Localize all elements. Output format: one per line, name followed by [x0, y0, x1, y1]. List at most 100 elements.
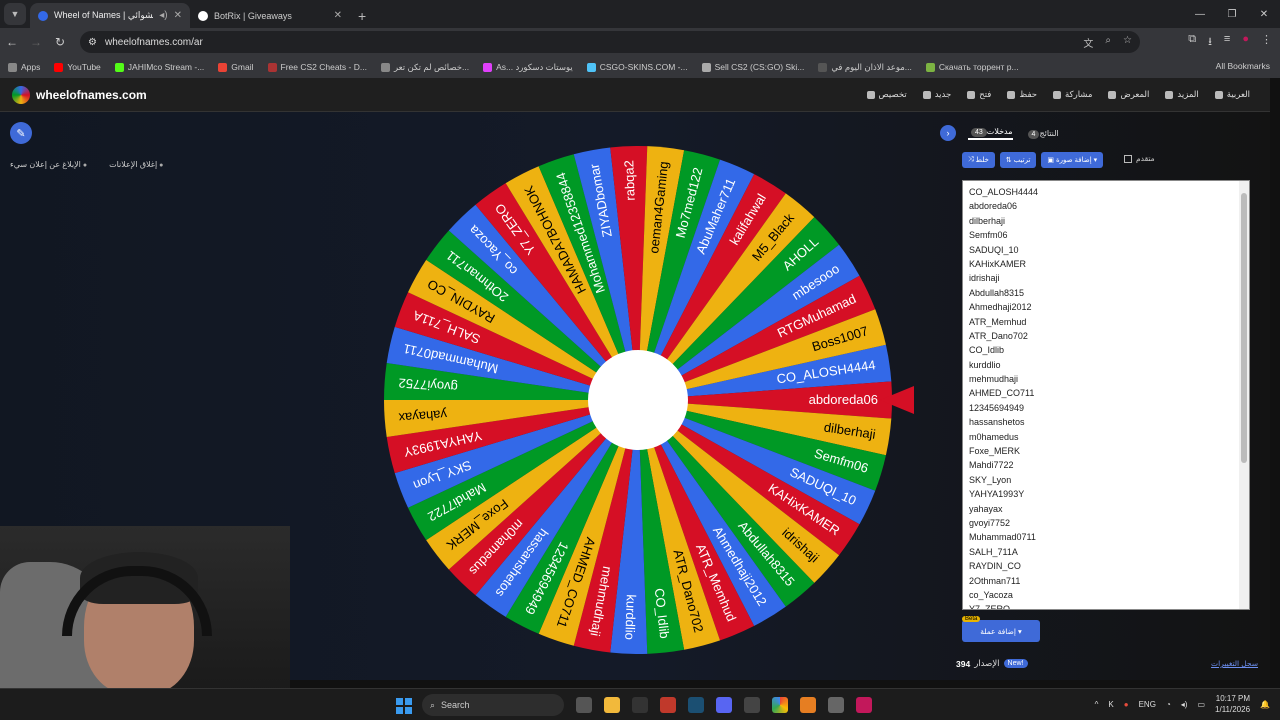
wheel-center[interactable]	[588, 350, 688, 450]
entry-item[interactable]: gvoyi7752	[969, 516, 1249, 530]
close-tab-icon[interactable]: ✕	[174, 10, 182, 21]
collapse-panel-icon[interactable]: ›	[940, 125, 956, 141]
language-indicator[interactable]: ENG	[1139, 700, 1156, 709]
minimize-icon[interactable]: —	[1184, 0, 1216, 28]
clock[interactable]: 10:17 PM 1/11/2026	[1215, 693, 1250, 715]
mic-icon[interactable]: ●	[1124, 700, 1129, 709]
entry-item[interactable]: co_Yacoza	[969, 588, 1249, 602]
discord-icon[interactable]	[716, 697, 732, 713]
bookmark-item[interactable]: Apps	[8, 62, 40, 72]
notifications-icon[interactable]: 🔔	[1260, 700, 1270, 709]
valorant-icon[interactable]	[660, 697, 676, 713]
bookmark-item[interactable]: As... يوستات دسكورد	[483, 62, 573, 73]
app-icon[interactable]	[800, 697, 816, 713]
add-image-button[interactable]: ▣ إضافة صورة ▾	[1041, 152, 1104, 168]
entry-item[interactable]: Mahdi7722	[969, 458, 1249, 472]
wheel[interactable]: CO_ALOSH4444abdoreda06dilberhajiSemfm06S…	[382, 144, 894, 656]
add-coin-button[interactable]: إضافة عملة ▾	[962, 620, 1040, 642]
media-icon[interactable]: ≡	[1224, 33, 1230, 52]
site-menu-item[interactable]: مشاركة	[1053, 89, 1092, 100]
bookmark-item[interactable]: Скачать торрент р...	[925, 62, 1019, 72]
site-menu-item[interactable]: حفظ	[1007, 89, 1037, 100]
entry-item[interactable]: Ahmedhaji2012	[969, 300, 1249, 314]
site-menu-item[interactable]: تخصيص	[867, 89, 907, 100]
entry-item[interactable]: SALH_711A	[969, 545, 1249, 559]
bookmark-item[interactable]: Sell CS2 (CS:GO) Ski...	[701, 62, 804, 72]
entry-item[interactable]: Y7_ZERO	[969, 602, 1249, 609]
bookmark-item[interactable]: Gmail	[218, 62, 254, 72]
bookmark-item[interactable]: JAHIMco Stream -...	[114, 62, 204, 72]
profile-avatar[interactable]: ●	[1242, 33, 1249, 52]
network-icon[interactable]: ◔	[1166, 700, 1171, 709]
bookmark-star-icon[interactable]: ☆	[1123, 35, 1132, 50]
all-bookmarks[interactable]: All Bookmarks	[1216, 61, 1270, 71]
entry-item[interactable]: 12345694949	[969, 401, 1249, 415]
menu-icon[interactable]: ⋮	[1261, 33, 1272, 52]
bookmark-item[interactable]: CSGO-SKINS.COM -...	[586, 62, 688, 72]
changelog-link[interactable]: سجل التغييرات	[1211, 659, 1258, 668]
taskbar-search[interactable]: ⌕ Search	[422, 694, 564, 716]
entries-scrollbar[interactable]	[1239, 181, 1249, 609]
tab-search-button[interactable]: ▼	[4, 3, 26, 25]
entry-item[interactable]: abdoreda06	[969, 199, 1249, 213]
edit-pencil-icon[interactable]: ✎	[10, 122, 32, 144]
mute-icon[interactable]: ◂)	[159, 10, 167, 21]
entry-item[interactable]: CO_ALOSH4444	[969, 185, 1249, 199]
site-menu-item[interactable]: المزيد	[1165, 89, 1198, 100]
entry-item[interactable]: idrishaji	[969, 271, 1249, 285]
bookmark-item[interactable]: موعد الاذان اليوم في...	[818, 62, 912, 73]
advanced-checkbox[interactable]	[1124, 154, 1132, 163]
app-icon[interactable]	[632, 697, 648, 713]
back-icon[interactable]: ←	[0, 35, 24, 49]
entry-item[interactable]: dilberhaji	[969, 214, 1249, 228]
new-tab-button[interactable]: +	[358, 8, 366, 24]
tab-results[interactable]: النتائج4	[1025, 129, 1059, 139]
advanced-toggle[interactable]: متقدم	[1124, 154, 1155, 163]
close-window-icon[interactable]: ✕	[1248, 0, 1280, 28]
entry-item[interactable]: kurddlio	[969, 358, 1249, 372]
entry-item[interactable]: m0hamedus	[969, 430, 1249, 444]
close-ads-link[interactable]: إغلاق الإعلانات	[109, 160, 163, 169]
app-tray-icon[interactable]: K	[1108, 700, 1113, 709]
entry-item[interactable]: mehmudhaji	[969, 372, 1249, 386]
report-ad-link[interactable]: الإبلاغ عن إعلان سيء	[10, 160, 87, 169]
bookmark-item[interactable]: خصائص لم تكن تعر...	[380, 62, 469, 73]
site-menu-item[interactable]: فتح	[967, 89, 991, 100]
app-icon[interactable]	[744, 697, 760, 713]
download-icon[interactable]: ⭳	[1208, 33, 1212, 52]
sort-button[interactable]: ⇅ ترتيب	[999, 152, 1037, 168]
entry-item[interactable]: Semfm06	[969, 228, 1249, 242]
settings-icon[interactable]	[828, 697, 844, 713]
entry-item[interactable]: RAYDIN_CO	[969, 559, 1249, 573]
entry-item[interactable]: Muhammad0711	[969, 530, 1249, 544]
entry-item[interactable]: hassanshetos	[969, 415, 1249, 429]
entry-item[interactable]: YAHYA1993Y	[969, 487, 1249, 501]
restore-icon[interactable]: ❐	[1216, 0, 1248, 28]
site-info-icon[interactable]: ⚙	[88, 37, 97, 48]
entry-item[interactable]: Abdullah8315	[969, 286, 1249, 300]
tab-wheel-of-names[interactable]: Wheel of Names | العشوائي ◂) ✕	[30, 3, 190, 28]
steam-icon[interactable]	[688, 697, 704, 713]
site-logo[interactable]: wheelofnames.com	[0, 85, 147, 104]
entry-item[interactable]: AHMED_CO711	[969, 386, 1249, 400]
translate-icon[interactable]: 文	[1083, 35, 1093, 50]
chevron-up-icon[interactable]: ^	[1095, 700, 1099, 709]
entry-item[interactable]: Foxe_MERK	[969, 444, 1249, 458]
tab-entries[interactable]: مدخلات43	[968, 127, 1013, 140]
entry-item[interactable]: 2Othman711	[969, 574, 1249, 588]
chrome-icon[interactable]	[772, 697, 788, 713]
site-menu-item[interactable]: المعرض	[1108, 89, 1149, 100]
site-menu-item[interactable]: جديد	[923, 89, 952, 100]
zoom-icon[interactable]: ⌕	[1105, 35, 1111, 50]
entry-item[interactable]: SKY_Lyon	[969, 473, 1249, 487]
file-explorer-icon[interactable]	[604, 697, 620, 713]
bookmark-item[interactable]: YouTube	[54, 62, 101, 72]
battery-icon[interactable]: ▭	[1197, 700, 1205, 709]
site-menu-item[interactable]: العربية	[1215, 89, 1250, 100]
forward-icon[interactable]: →	[24, 35, 48, 49]
address-bar[interactable]: ⚙ wheelofnames.com/ar 文 ⌕ ☆	[80, 31, 1140, 53]
entry-item[interactable]: SADUQI_10	[969, 243, 1249, 257]
windows-start-icon[interactable]	[396, 698, 412, 714]
reload-icon[interactable]: ↻	[48, 35, 72, 49]
shuffle-button[interactable]: ⤨ خلط	[962, 152, 995, 168]
